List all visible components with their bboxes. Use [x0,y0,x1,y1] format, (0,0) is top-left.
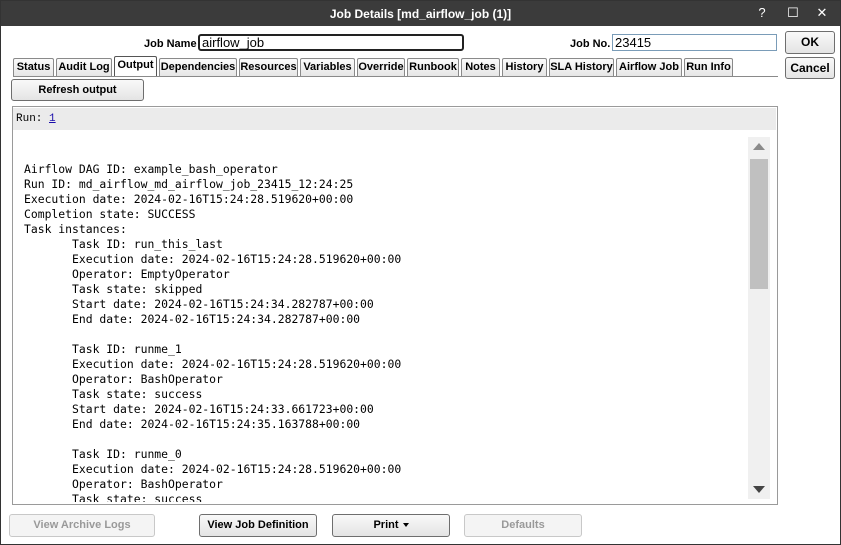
output-line: Start date: 2024-02-16T15:24:33.661723+0… [24,402,374,416]
refresh-output-button[interactable]: Refresh output [11,79,144,101]
run-bar: Run: 1 [13,108,776,130]
output-line: Execution date: 2024-02-16T15:24:28.5196… [24,357,402,371]
tab-sla-history[interactable]: SLA History [549,58,614,76]
view-job-definition-button[interactable]: View Job Definition [199,514,317,537]
run-label: Run: [16,113,43,125]
print-label: Print [373,519,399,531]
output-line: End date: 2024-02-16T15:24:34.282787+00:… [24,312,361,326]
scroll-down-icon[interactable] [753,486,765,493]
scroll-up-icon[interactable] [753,143,765,150]
chevron-down-icon [402,523,409,528]
cancel-button[interactable]: Cancel [785,57,835,79]
tab-notes[interactable]: Notes [461,58,500,76]
job-name-label: Job Name [144,38,197,50]
output-text: Airflow DAG ID: example_bash_operator Run… [24,162,744,502]
output-line: Task state: success [24,387,203,401]
defaults-button[interactable]: Defaults [464,514,582,537]
run-link[interactable]: 1 [49,113,56,125]
output-line: Execution date: 2024-02-16T15:24:28.5196… [24,192,354,206]
tab-dependencies[interactable]: Dependencies [159,58,237,76]
job-name-input[interactable]: airflow_job [198,34,464,51]
ok-button[interactable]: OK [785,31,835,54]
output-line: Completion state: SUCCESS [24,207,196,221]
tab-divider [13,76,778,77]
tab-runbook[interactable]: Runbook [407,58,459,76]
job-no-label: Job No. [570,38,611,50]
tab-status[interactable]: Status [13,58,54,76]
output-line: Task ID: runme_0 [24,447,182,461]
scrollbar-thumb[interactable] [750,159,768,289]
tab-resources[interactable]: Resources [239,58,298,76]
help-icon[interactable]: ? [749,3,775,23]
output-line: Operator: BashOperator [24,372,223,386]
output-line: Execution date: 2024-02-16T15:24:28.5196… [24,252,402,266]
output-line: Start date: 2024-02-16T15:24:34.282787+0… [24,297,374,311]
tab-history[interactable]: History [502,58,547,76]
close-icon[interactable]: ✕ [809,3,835,23]
window-title: Job Details [md_airflow_job (1)] [329,7,512,21]
tab-variables[interactable]: Variables [300,58,355,76]
print-button[interactable]: Print [332,514,450,537]
tab-run-info[interactable]: Run Info [684,58,733,76]
job-no-input[interactable]: 23415 [612,34,777,51]
output-line: End date: 2024-02-16T15:24:35.163788+00:… [24,417,361,431]
vertical-scrollbar[interactable] [748,137,770,499]
tab-override[interactable]: Override [357,58,405,76]
maximize-icon[interactable]: ☐ [780,3,806,23]
tab-airflow-job[interactable]: Airflow Job [616,58,682,76]
output-line: Operator: EmptyOperator [24,267,230,281]
output-line: Task ID: run_this_last [24,237,223,251]
output-line: Task instances: [24,222,127,236]
output-line: Run ID: md_airflow_md_airflow_job_23415_… [24,177,354,191]
output-panel: Run: 1 Airflow DAG ID: example_bash_oper… [12,106,778,505]
output-line: Task ID: runme_1 [24,342,182,356]
tab-audit-log[interactable]: Audit Log [56,58,112,76]
view-archive-logs-button[interactable]: View Archive Logs [9,514,155,537]
tab-output[interactable]: Output [114,56,157,77]
output-line: Operator: BashOperator [24,477,223,491]
title-bar: Job Details [md_airflow_job (1)] ? ☐ ✕ [1,1,840,26]
output-line: Task state: success [24,492,203,502]
output-line: Execution date: 2024-02-16T15:24:28.5196… [24,462,402,476]
output-line: Airflow DAG ID: example_bash_operator [24,162,278,176]
output-line: Task state: skipped [24,282,203,296]
job-details-dialog: Job Details [md_airflow_job (1)] ? ☐ ✕ J… [0,0,841,545]
